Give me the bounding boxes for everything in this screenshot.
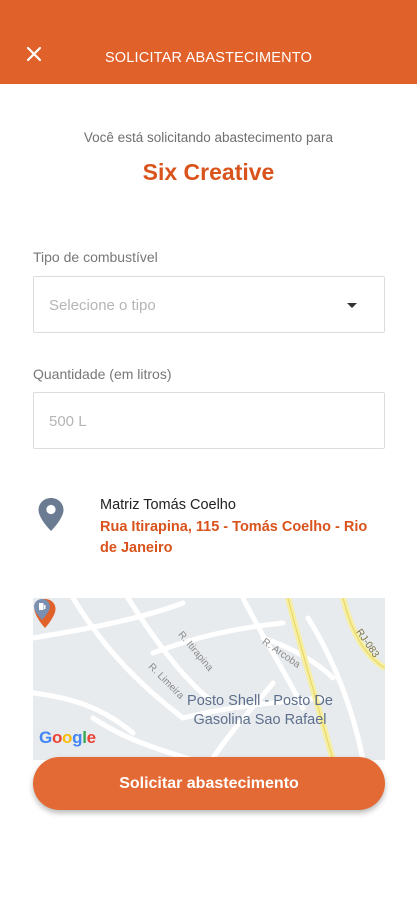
google-logo: Google (39, 728, 96, 747)
fuel-type-placeholder: Selecione o tipo (49, 297, 156, 314)
map-view[interactable]: R. Itirapina R. Limeira R. Arcoba RJ-083… (33, 598, 385, 760)
dropdown-arrow-icon (347, 303, 357, 308)
map-poi-label: Posto Shell - Posto De Gasolina Sao Rafa… (187, 693, 333, 728)
address-line: Rua Itirapina, 115 - Tomás Coelho - Rio … (100, 519, 368, 556)
quantity-placeholder: 500 L (49, 413, 87, 430)
address-name: Matriz Tomás Coelho (100, 497, 236, 513)
app-header: SOLICITAR ABASTECIMENTO (0, 0, 417, 84)
company-name: Six Creative (142, 159, 275, 185)
quantity-label: Quantidade (em litros) (33, 366, 172, 382)
submit-request-button[interactable]: Solicitar abastecimento (33, 757, 385, 810)
quantity-input[interactable]: 500 L (33, 392, 385, 449)
intro-text: Você está solicitando abastecimento para (83, 130, 334, 145)
location-pin-icon (38, 498, 64, 531)
fuel-type-select[interactable]: Selecione o tipo (33, 276, 385, 333)
gas-station-icon (34, 599, 50, 620)
fuel-type-label: Tipo de combustível (33, 249, 158, 265)
page-title: SOLICITAR ABASTECIMENTO (104, 50, 313, 66)
